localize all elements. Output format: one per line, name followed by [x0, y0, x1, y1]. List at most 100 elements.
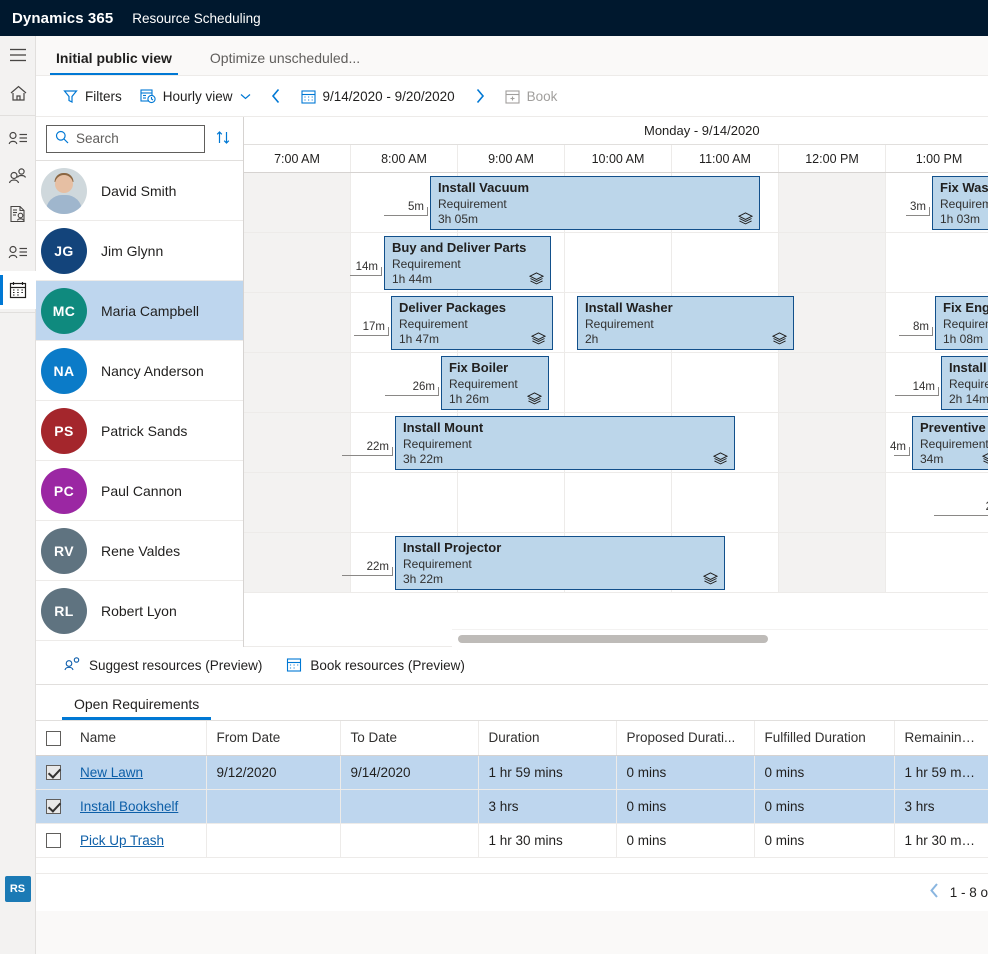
- tab-optimize-unscheduled[interactable]: Optimize unscheduled...: [204, 50, 366, 75]
- grid-cell[interactable]: [244, 293, 351, 352]
- booking-card[interactable]: Fix BoilerRequirement1h 26m: [441, 356, 549, 410]
- column-header[interactable]: To Date: [340, 721, 478, 755]
- select-all-checkbox[interactable]: [46, 731, 61, 746]
- row-checkbox[interactable]: [46, 765, 61, 780]
- grid-row[interactable]: 22mInstall MountRequirement3h 22m4mPreve…: [244, 413, 988, 473]
- column-header[interactable]: Duration: [478, 721, 616, 755]
- schedule-board-icon[interactable]: [0, 271, 36, 309]
- next-period-button[interactable]: [464, 80, 496, 112]
- grid-cell[interactable]: [779, 413, 886, 472]
- resource-item[interactable]: NANancy Anderson: [36, 341, 243, 401]
- column-header[interactable]: Proposed Durati...: [616, 721, 754, 755]
- requirement-link[interactable]: Pick Up Trash: [80, 833, 164, 848]
- sort-icon[interactable]: [213, 130, 233, 148]
- home-icon[interactable]: [0, 74, 36, 112]
- resource-item[interactable]: JGJim Glynn: [36, 221, 243, 281]
- booking-card[interactable]: Fix EngineRequirement1h 08m: [935, 296, 988, 350]
- grid-cell[interactable]: [244, 413, 351, 472]
- filters-button[interactable]: Filters: [54, 80, 131, 112]
- booking-card[interactable]: Buy and Deliver PartsRequirement1h 44m: [384, 236, 551, 290]
- grid-row[interactable]: 22mInstall ProjectorRequirement3h 22m: [244, 533, 988, 593]
- grid-row[interactable]: 28m: [244, 473, 988, 533]
- search-input[interactable]: [76, 131, 196, 146]
- table-row[interactable]: Install Bookshelf3 hrs0 mins0 mins3 hrs: [36, 789, 988, 823]
- requirement-name-cell[interactable]: New Lawn: [70, 755, 206, 789]
- resource-list[interactable]: David SmithJGJim GlynnMCMaria CampbellNA…: [36, 161, 243, 647]
- scrollbar-thumb[interactable]: [458, 635, 768, 643]
- grid-row[interactable]: 26mFix BoilerRequirement1h 26m14mInstall…: [244, 353, 988, 413]
- column-header[interactable]: From Date: [206, 721, 340, 755]
- grid-cell[interactable]: [672, 353, 779, 412]
- table-row[interactable]: New Lawn9/12/20209/14/20201 hr 59 mins0 …: [36, 755, 988, 789]
- grid-row[interactable]: 5mInstall VacuumRequirement3h 05m3mFix W…: [244, 173, 988, 233]
- grid-cell[interactable]: [244, 473, 351, 532]
- grid-cell[interactable]: [779, 533, 886, 592]
- book-resources-button[interactable]: Book resources (Preview): [276, 651, 475, 681]
- grid-cell[interactable]: [779, 233, 886, 292]
- row-checkbox[interactable]: [46, 833, 61, 848]
- recent-icon[interactable]: [0, 119, 36, 157]
- grid-row[interactable]: 14mBuy and Deliver PartsRequirement1h 44…: [244, 233, 988, 293]
- tab-open-requirements[interactable]: Open Requirements: [62, 696, 211, 720]
- menu-icon[interactable]: [0, 36, 36, 74]
- row-select-cell[interactable]: [36, 823, 70, 857]
- booking-card[interactable]: Install VacuumRequirement3h 05m: [430, 176, 760, 230]
- resource-item[interactable]: RLRobert Lyon: [36, 581, 243, 641]
- resource-item[interactable]: RVRene Valdes: [36, 521, 243, 581]
- grid-cell[interactable]: [351, 473, 458, 532]
- date-range-button[interactable]: 9/14/2020 - 9/20/2020: [292, 80, 464, 112]
- column-header[interactable]: Name: [70, 721, 206, 755]
- grid-cell[interactable]: [565, 473, 672, 532]
- people-icon[interactable]: [0, 157, 36, 195]
- grid-cell[interactable]: [244, 233, 351, 292]
- tab-initial-public-view[interactable]: Initial public view: [50, 50, 178, 75]
- search-box[interactable]: [46, 125, 205, 153]
- grid-cell[interactable]: [886, 533, 988, 592]
- booking-card[interactable]: Fix WasherRequirement1h 03m: [932, 176, 988, 230]
- previous-period-button[interactable]: [260, 80, 292, 112]
- booking-card[interactable]: Install ProjectorRequirement3h 22m: [395, 536, 725, 590]
- horizontal-scrollbar[interactable]: [452, 629, 988, 647]
- requirement-name-cell[interactable]: Install Bookshelf: [70, 789, 206, 823]
- booking-card[interactable]: Install WasherRequirement2h: [577, 296, 794, 350]
- grid-cell[interactable]: [779, 173, 886, 232]
- grid-cell[interactable]: [779, 293, 886, 352]
- requirement-link[interactable]: Install Bookshelf: [80, 799, 178, 814]
- booking-card[interactable]: Install FaucetRequirement2h 14m: [941, 356, 988, 410]
- requirement-name-cell[interactable]: Pick Up Trash: [70, 823, 206, 857]
- booking-card[interactable]: Deliver PackagesRequirement1h 47m: [391, 296, 553, 350]
- view-mode-button[interactable]: Hourly view: [131, 80, 260, 112]
- resource-item[interactable]: MCMaria Campbell: [36, 281, 243, 341]
- resource-item[interactable]: David Smith: [36, 161, 243, 221]
- grid-cell[interactable]: [458, 473, 565, 532]
- grid-cell[interactable]: [244, 173, 351, 232]
- grid-cell[interactable]: [244, 533, 351, 592]
- suggest-resources-button[interactable]: Suggest resources (Preview): [54, 651, 272, 681]
- table-body[interactable]: New Lawn9/12/20209/14/20201 hr 59 mins0 …: [36, 755, 988, 857]
- resource-item[interactable]: PCPaul Cannon: [36, 461, 243, 521]
- grid-cell[interactable]: [244, 353, 351, 412]
- row-checkbox[interactable]: [46, 799, 61, 814]
- select-all-header[interactable]: [36, 721, 70, 755]
- requirement-link[interactable]: New Lawn: [80, 765, 143, 780]
- grid-cell[interactable]: [779, 353, 886, 412]
- booking-card[interactable]: Install MountRequirement3h 22m: [395, 416, 735, 470]
- table-row[interactable]: Pick Up Trash1 hr 30 mins0 mins0 mins1 h…: [36, 823, 988, 857]
- row-select-cell[interactable]: [36, 789, 70, 823]
- row-select-cell[interactable]: [36, 755, 70, 789]
- grid-cell[interactable]: [672, 473, 779, 532]
- previous-page-icon[interactable]: [929, 882, 940, 904]
- app-name[interactable]: Resource Scheduling: [132, 11, 260, 26]
- column-header[interactable]: Fulfilled Duration: [754, 721, 894, 755]
- grid-cell[interactable]: [886, 473, 988, 532]
- column-header[interactable]: Remaining Duration: [894, 721, 988, 755]
- grid-cell[interactable]: [672, 233, 779, 292]
- work-order-icon[interactable]: [0, 195, 36, 233]
- grid-cell[interactable]: [779, 473, 886, 532]
- rs-badge[interactable]: RS: [5, 876, 31, 902]
- grid-cell[interactable]: [565, 353, 672, 412]
- requirements-icon[interactable]: [0, 233, 36, 271]
- book-button[interactable]: Book: [496, 80, 567, 112]
- grid-row[interactable]: 17mDeliver PackagesRequirement1h 47mInst…: [244, 293, 988, 353]
- grid-cell[interactable]: [886, 233, 988, 292]
